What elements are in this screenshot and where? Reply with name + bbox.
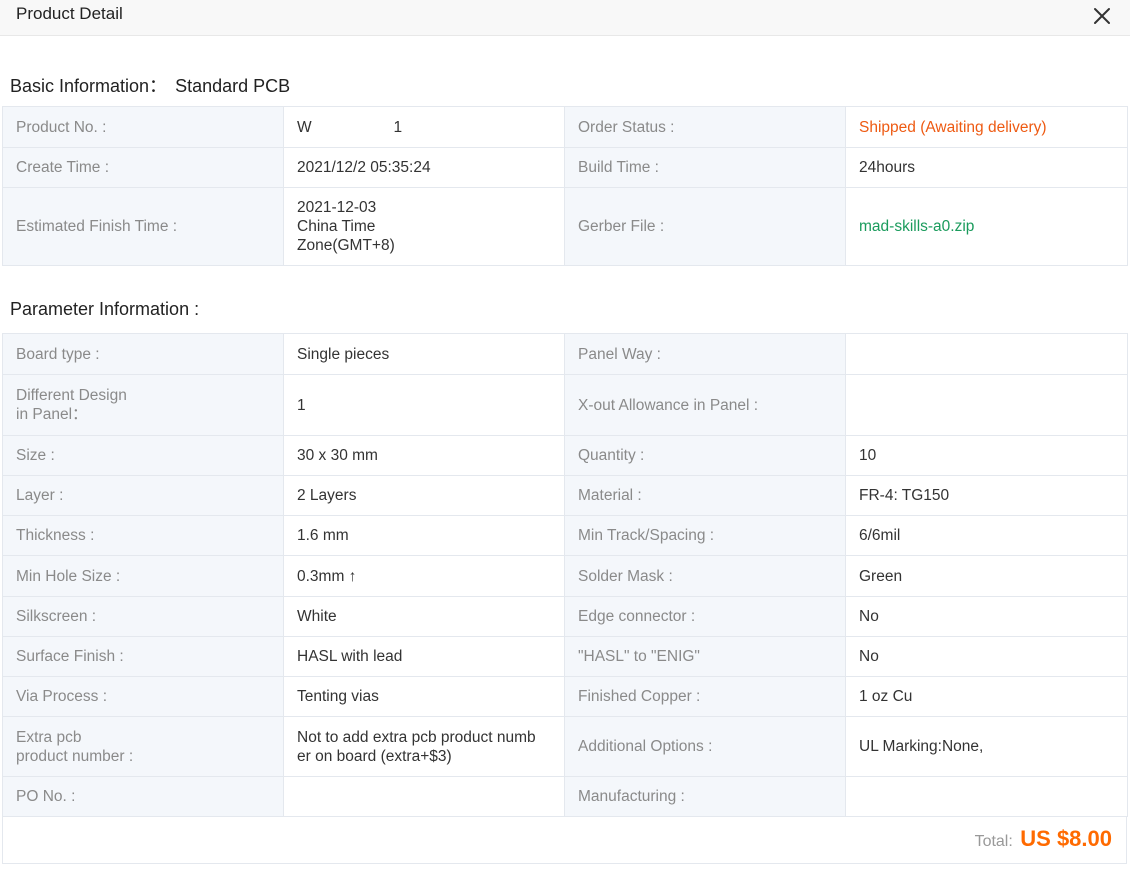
basic-info-subtitle: Standard PCB xyxy=(175,76,291,96)
po-no-value xyxy=(283,776,565,817)
manufacturing-label: Manufacturing : xyxy=(564,776,846,817)
extra-pcb-label-line2: product number : xyxy=(16,747,134,765)
hasl-to-enig-label: "HASL" to "ENIG" xyxy=(564,636,846,677)
min-track-label: Min Track/Spacing : xyxy=(564,515,846,556)
via-process-label: Via Process : xyxy=(2,676,284,717)
basic-info-heading: Basic Information： Standard PCB xyxy=(10,72,290,98)
table-row: Layer : 2 Layers Material : FR-4: TG150 xyxy=(2,475,1128,516)
additional-options-value: UL Marking:None, xyxy=(845,716,1128,777)
layer-label: Layer : xyxy=(2,475,284,516)
order-status-label: Order Status : xyxy=(564,106,846,148)
param-info-title: Parameter Information : xyxy=(10,299,200,319)
additional-options-label: Additional Options : xyxy=(564,716,846,777)
panel-way-value xyxy=(845,333,1128,375)
solder-mask-label: Solder Mask : xyxy=(564,555,846,597)
different-design-label-line1: Different Design xyxy=(16,387,127,404)
table-row: Thickness : 1.6 mm Min Track/Spacing : 6… xyxy=(2,515,1128,556)
surface-finish-value: HASL with lead xyxy=(283,636,565,677)
hasl-to-enig-value: No xyxy=(845,636,1128,677)
manufacturing-value xyxy=(845,776,1128,817)
table-row: Via Process : Tenting vias Finished Copp… xyxy=(2,676,1128,717)
silkscreen-value: White xyxy=(283,596,565,637)
extra-pcb-label-line1: Extra pcb xyxy=(16,728,82,746)
create-time-label: Create Time : xyxy=(2,147,284,188)
finish-time-value: 2021-12-03 China Time Zone(GMT+8) xyxy=(283,187,565,266)
surface-finish-label: Surface Finish : xyxy=(2,636,284,677)
build-time-label: Build Time : xyxy=(564,147,846,188)
basic-info-title: Basic Information： xyxy=(10,76,168,96)
total-amount: US $8.00 xyxy=(1020,826,1112,851)
po-no-label: PO No. : xyxy=(2,776,284,817)
via-process-value: Tenting vias xyxy=(283,676,565,717)
different-design-label-line2: in Panel： xyxy=(16,406,88,423)
finish-time-date: 2021-12-03 xyxy=(297,199,377,216)
board-type-value: Single pieces xyxy=(283,333,565,375)
different-design-label: Different Design in Panel： xyxy=(2,374,284,436)
table-row: Estimated Finish Time : 2021-12-03 China… xyxy=(2,187,1128,266)
min-track-value: 6/6mil xyxy=(845,515,1128,556)
min-hole-label: Min Hole Size : xyxy=(2,555,284,597)
layer-value: 2 Layers xyxy=(283,475,565,516)
table-row: Product No. : W 1 Order Status : Shipped… xyxy=(2,106,1128,148)
size-value: 30 x 30 mm xyxy=(283,435,565,476)
finish-time-label: Estimated Finish Time : xyxy=(2,187,284,266)
build-time-value: 24hours xyxy=(845,147,1128,188)
material-value: FR-4: TG150 xyxy=(845,475,1128,516)
quantity-value: 10 xyxy=(845,435,1128,476)
extra-pcb-value-line1: Not to add extra pcb product numb xyxy=(297,728,536,746)
quantity-label: Quantity : xyxy=(564,435,846,476)
board-type-label: Board type : xyxy=(2,333,284,375)
basic-info-table: Product No. : W 1 Order Status : Shipped… xyxy=(2,106,1128,266)
material-label: Material : xyxy=(564,475,846,516)
table-row: Board type : Single pieces Panel Way : xyxy=(2,333,1128,375)
min-hole-value: 0.3mm ↑ xyxy=(283,555,565,597)
edge-connector-value: No xyxy=(845,596,1128,637)
modal-header: Product Detail xyxy=(0,0,1130,36)
total-summary: Total: US $8.00 xyxy=(975,826,1112,852)
param-info-table: Board type : Single pieces Panel Way : D… xyxy=(2,333,1128,817)
extra-pcb-value-line2: er on board (extra+$3) xyxy=(297,747,452,765)
product-no-label: Product No. : xyxy=(2,106,284,148)
finished-copper-value: 1 oz Cu xyxy=(845,676,1128,717)
order-status-value: Shipped (Awaiting delivery) xyxy=(845,106,1128,148)
close-icon[interactable] xyxy=(1090,4,1114,28)
edge-connector-label: Edge connector : xyxy=(564,596,846,637)
create-time-value: 2021/12/2 05:35:24 xyxy=(283,147,565,188)
size-label: Size : xyxy=(2,435,284,476)
extra-pcb-value: Not to add extra pcb product numb er on … xyxy=(283,716,565,777)
table-row: Min Hole Size : 0.3mm ↑ Solder Mask : Gr… xyxy=(2,555,1128,597)
table-row: Silkscreen : White Edge connector : No xyxy=(2,596,1128,637)
thickness-label: Thickness : xyxy=(2,515,284,556)
table-row: PO No. : Manufacturing : xyxy=(2,776,1128,817)
product-no-value: W 1 xyxy=(283,106,565,148)
table-row: Size : 30 x 30 mm Quantity : 10 xyxy=(2,435,1128,476)
solder-mask-value: Green xyxy=(845,555,1128,597)
table-row: Different Design in Panel： 1 X-out Allow… xyxy=(2,374,1128,436)
panel-way-label: Panel Way : xyxy=(564,333,846,375)
total-row: Total: US $8.00 xyxy=(2,817,1127,864)
table-row: Surface Finish : HASL with lead "HASL" t… xyxy=(2,636,1128,677)
thickness-value: 1.6 mm xyxy=(283,515,565,556)
gerber-file-link[interactable]: mad-skills-a0.zip xyxy=(845,187,1128,266)
different-design-value: 1 xyxy=(283,374,565,436)
xout-allowance-label: X-out Allowance in Panel : xyxy=(564,374,846,436)
extra-pcb-label: Extra pcb product number : xyxy=(2,716,284,777)
xout-allowance-value xyxy=(845,374,1128,436)
gerber-file-label: Gerber File : xyxy=(564,187,846,266)
total-label: Total: xyxy=(974,833,1013,850)
finished-copper-label: Finished Copper : xyxy=(564,676,846,717)
table-row: Create Time : 2021/12/2 05:35:24 Build T… xyxy=(2,147,1128,188)
finish-time-zone-2: Zone(GMT+8) xyxy=(297,237,395,254)
finish-time-zone-1: China Time xyxy=(297,218,376,235)
table-row: Extra pcb product number : Not to add ex… xyxy=(2,716,1128,777)
modal-title: Product Detail xyxy=(16,4,123,23)
silkscreen-label: Silkscreen : xyxy=(2,596,284,637)
